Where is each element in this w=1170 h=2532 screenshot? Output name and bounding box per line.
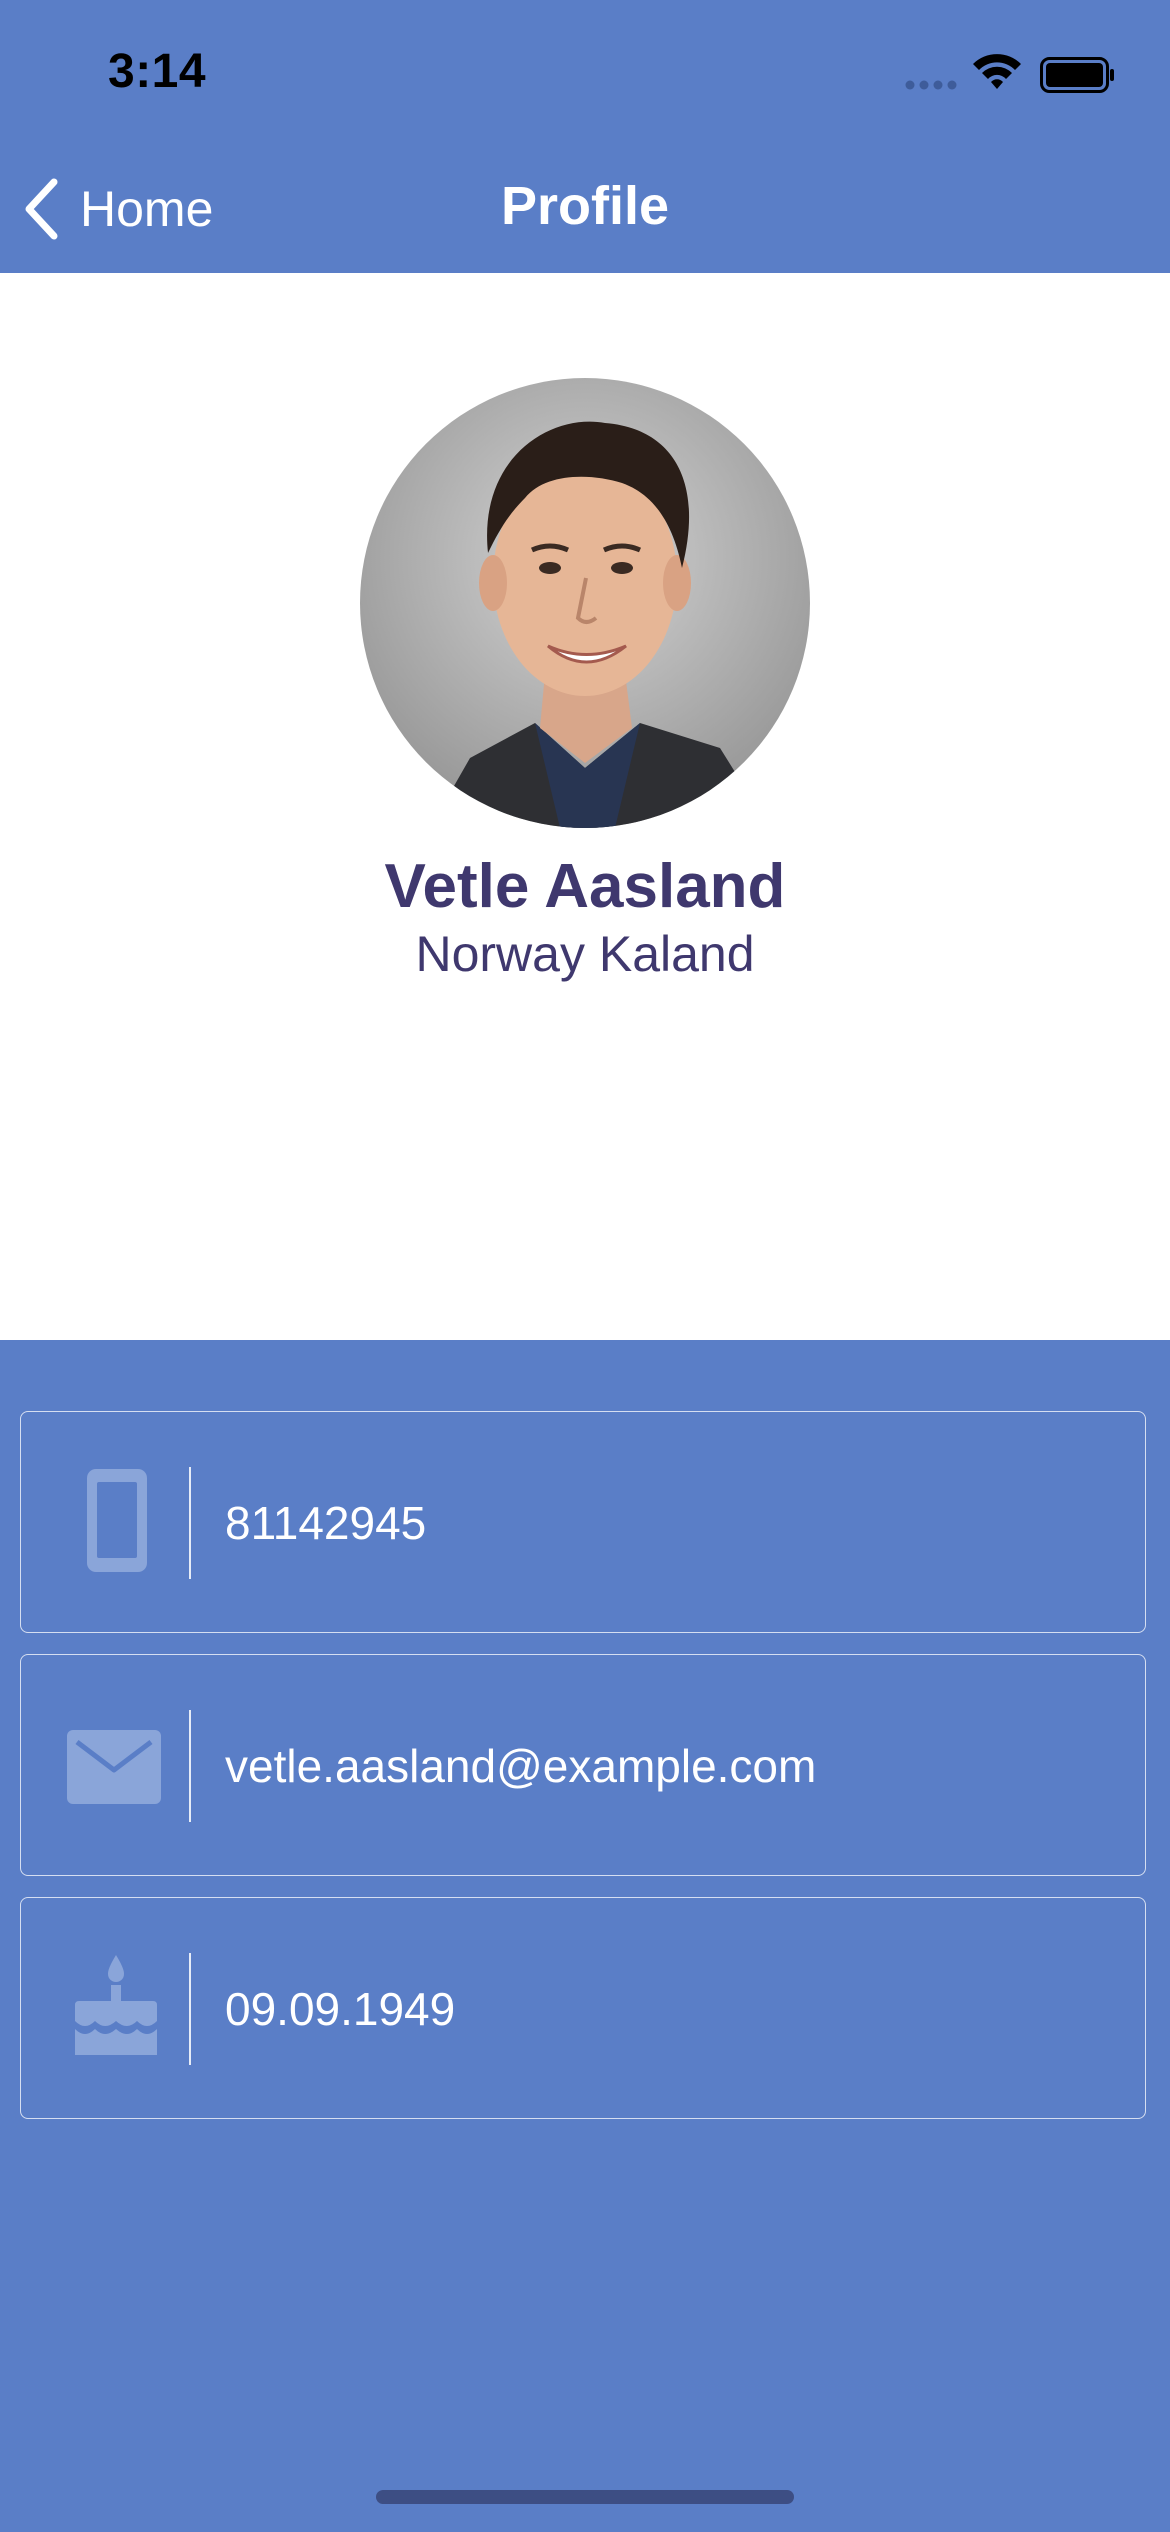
profile-location: Norway Kaland <box>415 926 755 982</box>
phone-card[interactable]: 81142945 <box>20 1411 1146 1633</box>
email-card[interactable]: vetle.aasland@example.com <box>20 1654 1146 1876</box>
email-address: vetle.aasland@example.com <box>225 1740 817 1792</box>
birthday-cake-icon <box>75 1955 157 2055</box>
birth-date: 09.09.1949 <box>225 1983 456 2035</box>
phone-icon <box>87 1469 147 1572</box>
navigation-bar: Home Profile <box>0 145 1170 273</box>
card-divider <box>189 1710 191 1822</box>
profile-name: Vetle Aasland <box>384 852 786 921</box>
card-divider <box>189 1467 191 1579</box>
page-title: Profile <box>500 176 670 236</box>
birthday-card[interactable]: 09.09.1949 <box>20 1897 1146 2119</box>
status-bar: 3:14 <box>0 0 1170 145</box>
home-indicator[interactable] <box>376 2490 794 2504</box>
status-time: 3:14 <box>108 45 207 98</box>
avatar <box>360 378 810 828</box>
battery-icon <box>1040 57 1114 93</box>
cellular-signal-icon <box>905 80 957 90</box>
phone-number: 81142945 <box>225 1497 427 1549</box>
card-divider <box>189 1953 191 2065</box>
profile-header: Vetle Aasland Norway Kaland <box>0 273 1170 1340</box>
mail-icon <box>67 1730 161 1804</box>
wifi-icon <box>973 54 1021 89</box>
